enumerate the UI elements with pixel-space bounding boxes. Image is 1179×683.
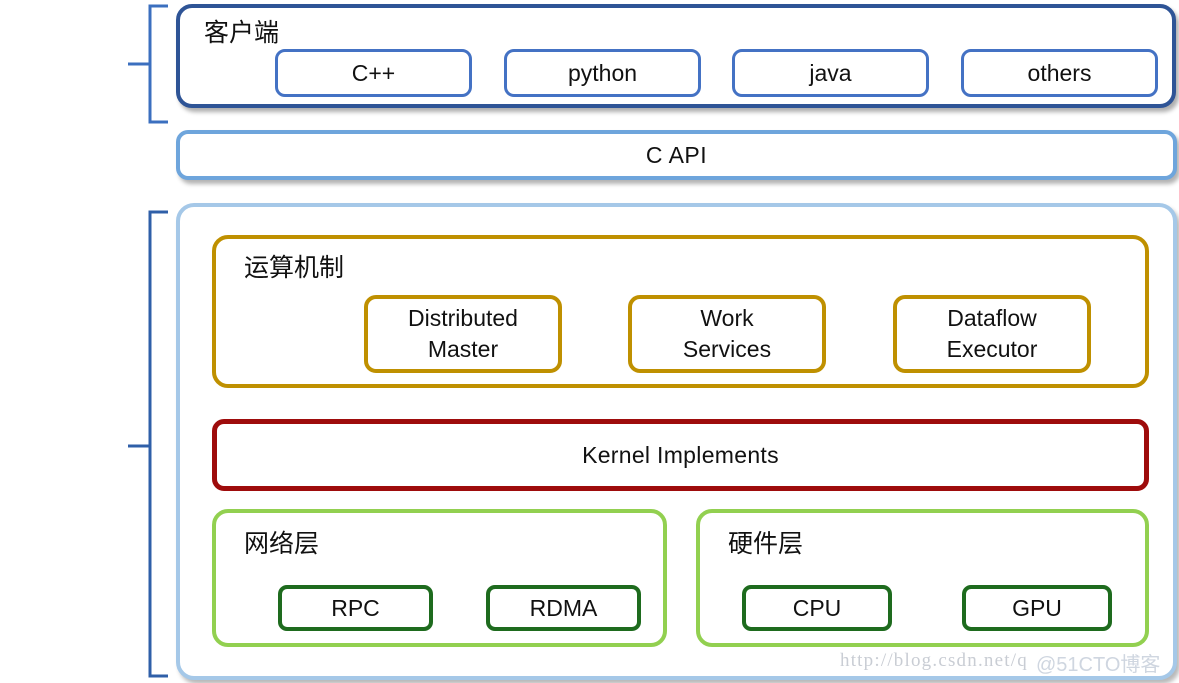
compute-box-line1: Dataflow — [947, 305, 1037, 331]
compute-box-line2: Master — [427, 336, 499, 362]
kernel-implements-bar[interactable]: Kernel Implements — [212, 419, 1149, 491]
network-box-rdma[interactable]: RDMA — [486, 585, 641, 631]
client-layer-title: 客户端 — [204, 19, 280, 47]
network-box-rpc[interactable]: RPC — [278, 585, 433, 631]
hardware-box-gpu[interactable]: GPU — [962, 585, 1112, 631]
compute-box-line1: Work — [700, 305, 754, 331]
compute-box-line2: Services — [682, 336, 772, 362]
client-scope-bracket — [128, 4, 168, 124]
compute-box-line1: Distributed — [408, 305, 518, 331]
hardware-layer-title: 硬件层 — [728, 530, 804, 558]
network-layer-title: 网络层 — [244, 530, 320, 558]
client-language-others[interactable]: others — [961, 49, 1158, 97]
client-language-cpp[interactable]: C++ — [275, 49, 472, 97]
network-layer-group: 网络层 RPC RDMA — [212, 509, 667, 647]
compute-box-work-services[interactable]: Work Services — [628, 295, 826, 373]
watermark-overlay: @51CTO博客 — [1036, 654, 1161, 676]
core-scope-bracket — [128, 210, 168, 678]
hardware-box-cpu[interactable]: CPU — [742, 585, 892, 631]
hardware-layer-group: 硬件层 CPU GPU — [696, 509, 1149, 647]
diagram-canvas: 客户端 C++ python java others C API 运算机制 Di… — [0, 0, 1179, 683]
c-api-layer[interactable]: C API — [176, 130, 1177, 180]
client-language-python[interactable]: python — [504, 49, 701, 97]
compute-box-line2: Executor — [946, 336, 1038, 362]
compute-mechanism-group: 运算机制 Distributed Master Work Services Da… — [212, 235, 1149, 388]
compute-mechanism-title: 运算机制 — [244, 254, 345, 282]
client-layer-group: 客户端 C++ python java others — [176, 4, 1176, 108]
compute-box-dataflow-executor[interactable]: Dataflow Executor — [893, 295, 1091, 373]
compute-box-distributed-master[interactable]: Distributed Master — [364, 295, 562, 373]
client-language-java[interactable]: java — [732, 49, 929, 97]
core-layer-group: 运算机制 Distributed Master Work Services Da… — [176, 203, 1177, 680]
watermark-url: http://blog.csdn.net/q — [840, 650, 1028, 671]
